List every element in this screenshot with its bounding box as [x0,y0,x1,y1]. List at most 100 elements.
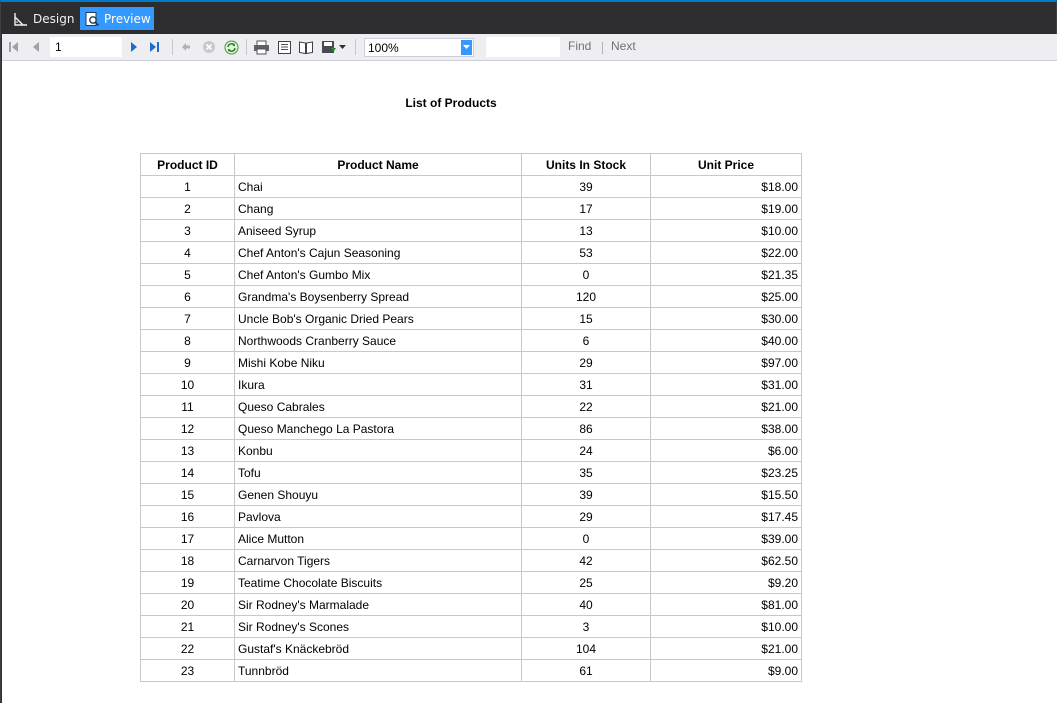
preview-toolbar: 100% Find Next [2,34,1057,61]
units-in-stock-cell: 120 [521,285,651,308]
units-in-stock-cell: 0 [521,263,651,286]
stop-button[interactable] [200,37,218,57]
report-title: List of Products [405,96,497,110]
product-name-cell: Tunnbröd [234,659,522,682]
table-row: 1 Chai 39 $18.00 [140,175,802,198]
product-name-cell: Ikura [234,373,522,396]
toolbar-separator [355,39,356,55]
product-name-cell: Grandma's Boysenberry Spread [234,285,522,308]
unit-price-cell: $62.50 [650,549,802,572]
printer-icon [253,40,269,54]
preview-tab[interactable]: Preview [80,7,154,30]
preview-tab-label: Preview [104,11,151,26]
product-name-cell: Queso Manchego La Pastora [234,417,522,440]
zoom-select[interactable]: 100% [364,38,474,57]
table-row: 23 Tunnbröd 61 $9.00 [140,659,802,682]
units-in-stock-cell: 3 [521,615,651,638]
unit-price-cell: $39.00 [650,527,802,550]
product-id-cell: 8 [140,329,235,352]
unit-price-cell: $22.00 [650,241,802,264]
units-in-stock-cell: 22 [521,395,651,418]
unit-price-cell: $30.00 [650,307,802,330]
product-name-cell: Sir Rodney's Marmalade [234,593,522,616]
preview-icon [84,11,100,27]
unit-price-cell: $40.00 [650,329,802,352]
units-in-stock-cell: 6 [521,329,651,352]
zoom-dropdown-button[interactable] [461,40,472,55]
product-id-cell: 14 [140,461,235,484]
units-in-stock-cell: 0 [521,527,651,550]
unit-price-cell: $38.00 [650,417,802,440]
print-button[interactable] [251,37,271,57]
units-in-stock-cell: 61 [521,659,651,682]
units-in-stock-cell: 53 [521,241,651,264]
unit-price-cell: $18.00 [650,175,802,198]
find-link[interactable]: Find [568,39,591,53]
product-name-cell: Konbu [234,439,522,462]
unit-price-cell: $21.35 [650,263,802,286]
table-row: 7 Uncle Bob's Organic Dried Pears 15 $30.00 [140,307,802,330]
unit-price-cell: $81.00 [650,593,802,616]
table-row: 20 Sir Rodney's Marmalade 40 $81.00 [140,593,802,616]
find-text-input[interactable] [486,37,560,57]
product-id-cell: 4 [140,241,235,264]
units-in-stock-cell: 25 [521,571,651,594]
toolbar-separator [172,39,173,55]
table-row: 15 Genen Shouyu 39 $15.50 [140,483,802,506]
table-row: 5 Chef Anton's Gumbo Mix 0 $21.35 [140,263,802,286]
product-id-cell: 6 [140,285,235,308]
unit-price-cell: $6.00 [650,439,802,462]
chevron-down-icon [463,45,470,49]
stop-icon [203,41,215,53]
print-layout-button[interactable] [275,37,293,57]
first-page-button[interactable] [6,37,22,57]
page-number-input[interactable] [50,37,122,57]
product-name-cell: Gustaf's Knäckebröd [234,637,522,660]
product-id-cell: 21 [140,615,235,638]
units-in-stock-cell: 13 [521,219,651,242]
column-header-product-name: Product Name [234,153,522,176]
unit-price-cell: $23.25 [650,461,802,484]
unit-price-cell: $97.00 [650,351,802,374]
product-id-cell: 2 [140,197,235,220]
table-row: 3 Aniseed Syrup 13 $10.00 [140,219,802,242]
page-setup-button[interactable] [297,37,315,57]
table-row: 6 Grandma's Boysenberry Spread 120 $25.00 [140,285,802,308]
product-name-cell: Teatime Chocolate Biscuits [234,571,522,594]
product-id-cell: 15 [140,483,235,506]
zoom-value: 100% [368,41,399,55]
product-name-cell: Genen Shouyu [234,483,522,506]
refresh-icon [224,40,238,54]
column-header-product-id: Product ID [140,153,235,176]
table-row: 12 Queso Manchego La Pastora 86 $38.00 [140,417,802,440]
export-button[interactable] [319,37,347,57]
table-row: 13 Konbu 24 $6.00 [140,439,802,462]
product-id-cell: 5 [140,263,235,286]
next-page-icon [131,42,137,52]
report-viewer-window: Design Preview 1 100% Find Next List of … [0,0,1057,703]
previous-page-button[interactable] [28,37,44,57]
units-in-stock-cell: 35 [521,461,651,484]
product-id-cell: 17 [140,527,235,550]
last-page-button[interactable] [146,37,162,57]
design-tab[interactable]: Design [9,7,77,30]
next-page-button[interactable] [126,37,142,57]
table-row: 4 Chef Anton's Cajun Seasoning 53 $22.00 [140,241,802,264]
next-link[interactable]: Next [611,39,636,53]
table-row: 8 Northwoods Cranberry Sauce 6 $40.00 [140,329,802,352]
unit-price-cell: $17.45 [650,505,802,528]
unit-price-cell: $31.00 [650,373,802,396]
product-id-cell: 19 [140,571,235,594]
product-name-cell: Aniseed Syrup [234,219,522,242]
unit-price-cell: $15.50 [650,483,802,506]
product-name-cell: Chai [234,175,522,198]
product-name-cell: Tofu [234,461,522,484]
product-id-cell: 1 [140,175,235,198]
refresh-button[interactable] [222,37,240,57]
table-row: 19 Teatime Chocolate Biscuits 25 $9.20 [140,571,802,594]
product-id-cell: 9 [140,351,235,374]
product-id-cell: 3 [140,219,235,242]
unit-price-cell: $19.00 [650,197,802,220]
back-to-parent-button[interactable] [178,37,194,57]
unit-price-cell: $21.00 [650,637,802,660]
